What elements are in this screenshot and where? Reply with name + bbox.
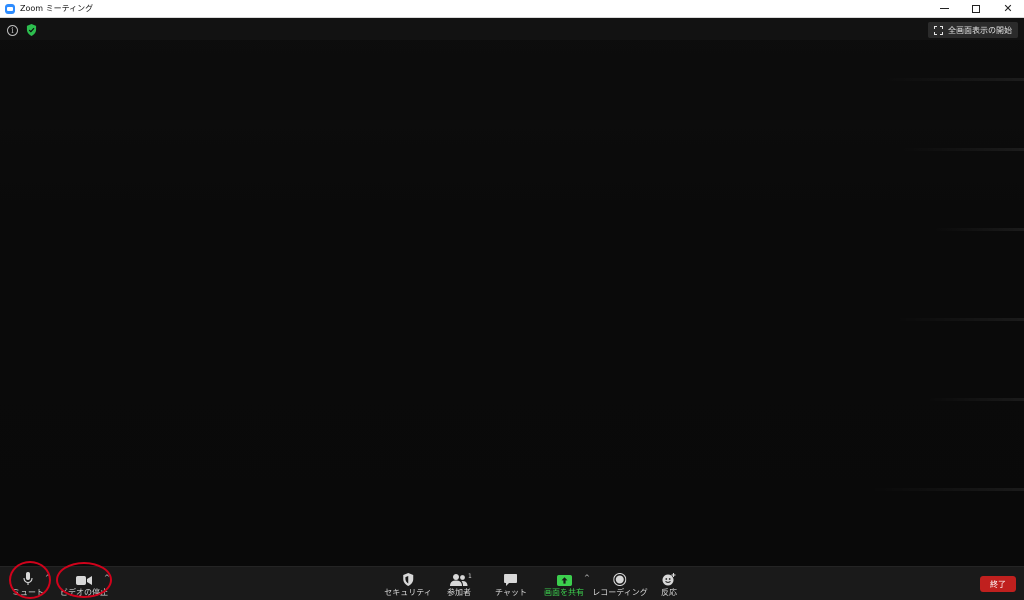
end-meeting-button[interactable]: 終了 [980, 576, 1016, 592]
close-button[interactable]: ✕ [992, 0, 1024, 18]
minimize-button[interactable] [928, 0, 960, 18]
maximize-button[interactable] [960, 0, 992, 18]
share-options-caret-icon[interactable]: ^ [584, 575, 590, 582]
enter-fullscreen-button[interactable]: 全画面表示の開始 [928, 22, 1018, 38]
window-titlebar: Zoom ミーティング ✕ [0, 0, 1024, 18]
record-icon [613, 571, 627, 586]
participants-icon [450, 571, 468, 586]
fullscreen-icon [934, 25, 943, 35]
maximize-icon [972, 4, 980, 13]
share-screen-button[interactable]: 画面を共有 [544, 567, 584, 600]
meeting-top-bar [0, 18, 1024, 40]
audio-options-caret-icon[interactable]: ^ [45, 575, 51, 582]
participants-count: 1 [468, 573, 472, 580]
shield-icon [402, 571, 414, 586]
meeting-video-area: i 全画面表示の開始 [0, 18, 1024, 566]
mute-button[interactable]: ミュート [12, 567, 44, 600]
video-camera-icon [76, 571, 92, 586]
meeting-toolbar: ミュート ^ ビデオの停止 ^ セキュリティ 参加者 1 チャット 画面を共有 … [0, 561, 1024, 600]
encryption-shield-icon[interactable] [26, 24, 37, 36]
microphone-icon [23, 571, 33, 586]
zoom-logo-icon [5, 3, 15, 14]
reactions-label: 反応 [661, 587, 677, 597]
share-screen-label: 画面を共有 [544, 587, 584, 597]
share-screen-icon [556, 571, 572, 586]
record-button[interactable]: レコーディング [592, 567, 648, 600]
meeting-info-icon[interactable]: i [7, 25, 18, 36]
chat-button[interactable]: チャット [495, 567, 527, 600]
participants-label: 参加者 [447, 587, 471, 597]
security-button[interactable]: セキュリティ [384, 567, 432, 600]
fullscreen-label: 全画面表示の開始 [948, 25, 1012, 35]
chat-bubble-icon [504, 571, 518, 586]
close-icon: ✕ [1003, 2, 1013, 15]
stop-video-button[interactable]: ビデオの停止 [60, 567, 108, 600]
reactions-button[interactable]: 反応 [661, 567, 677, 600]
record-label: レコーディング [592, 587, 648, 597]
minimize-icon [939, 8, 949, 9]
window-controls: ✕ [928, 0, 1024, 18]
video-options-caret-icon[interactable]: ^ [104, 575, 110, 582]
chat-label: チャット [495, 587, 527, 597]
mute-label: ミュート [12, 587, 44, 597]
window-title: Zoom ミーティング [20, 4, 94, 13]
video-label: ビデオの停止 [60, 587, 108, 597]
smiley-icon [662, 571, 676, 586]
participants-button[interactable]: 参加者 [447, 567, 471, 600]
security-label: セキュリティ [384, 587, 432, 597]
